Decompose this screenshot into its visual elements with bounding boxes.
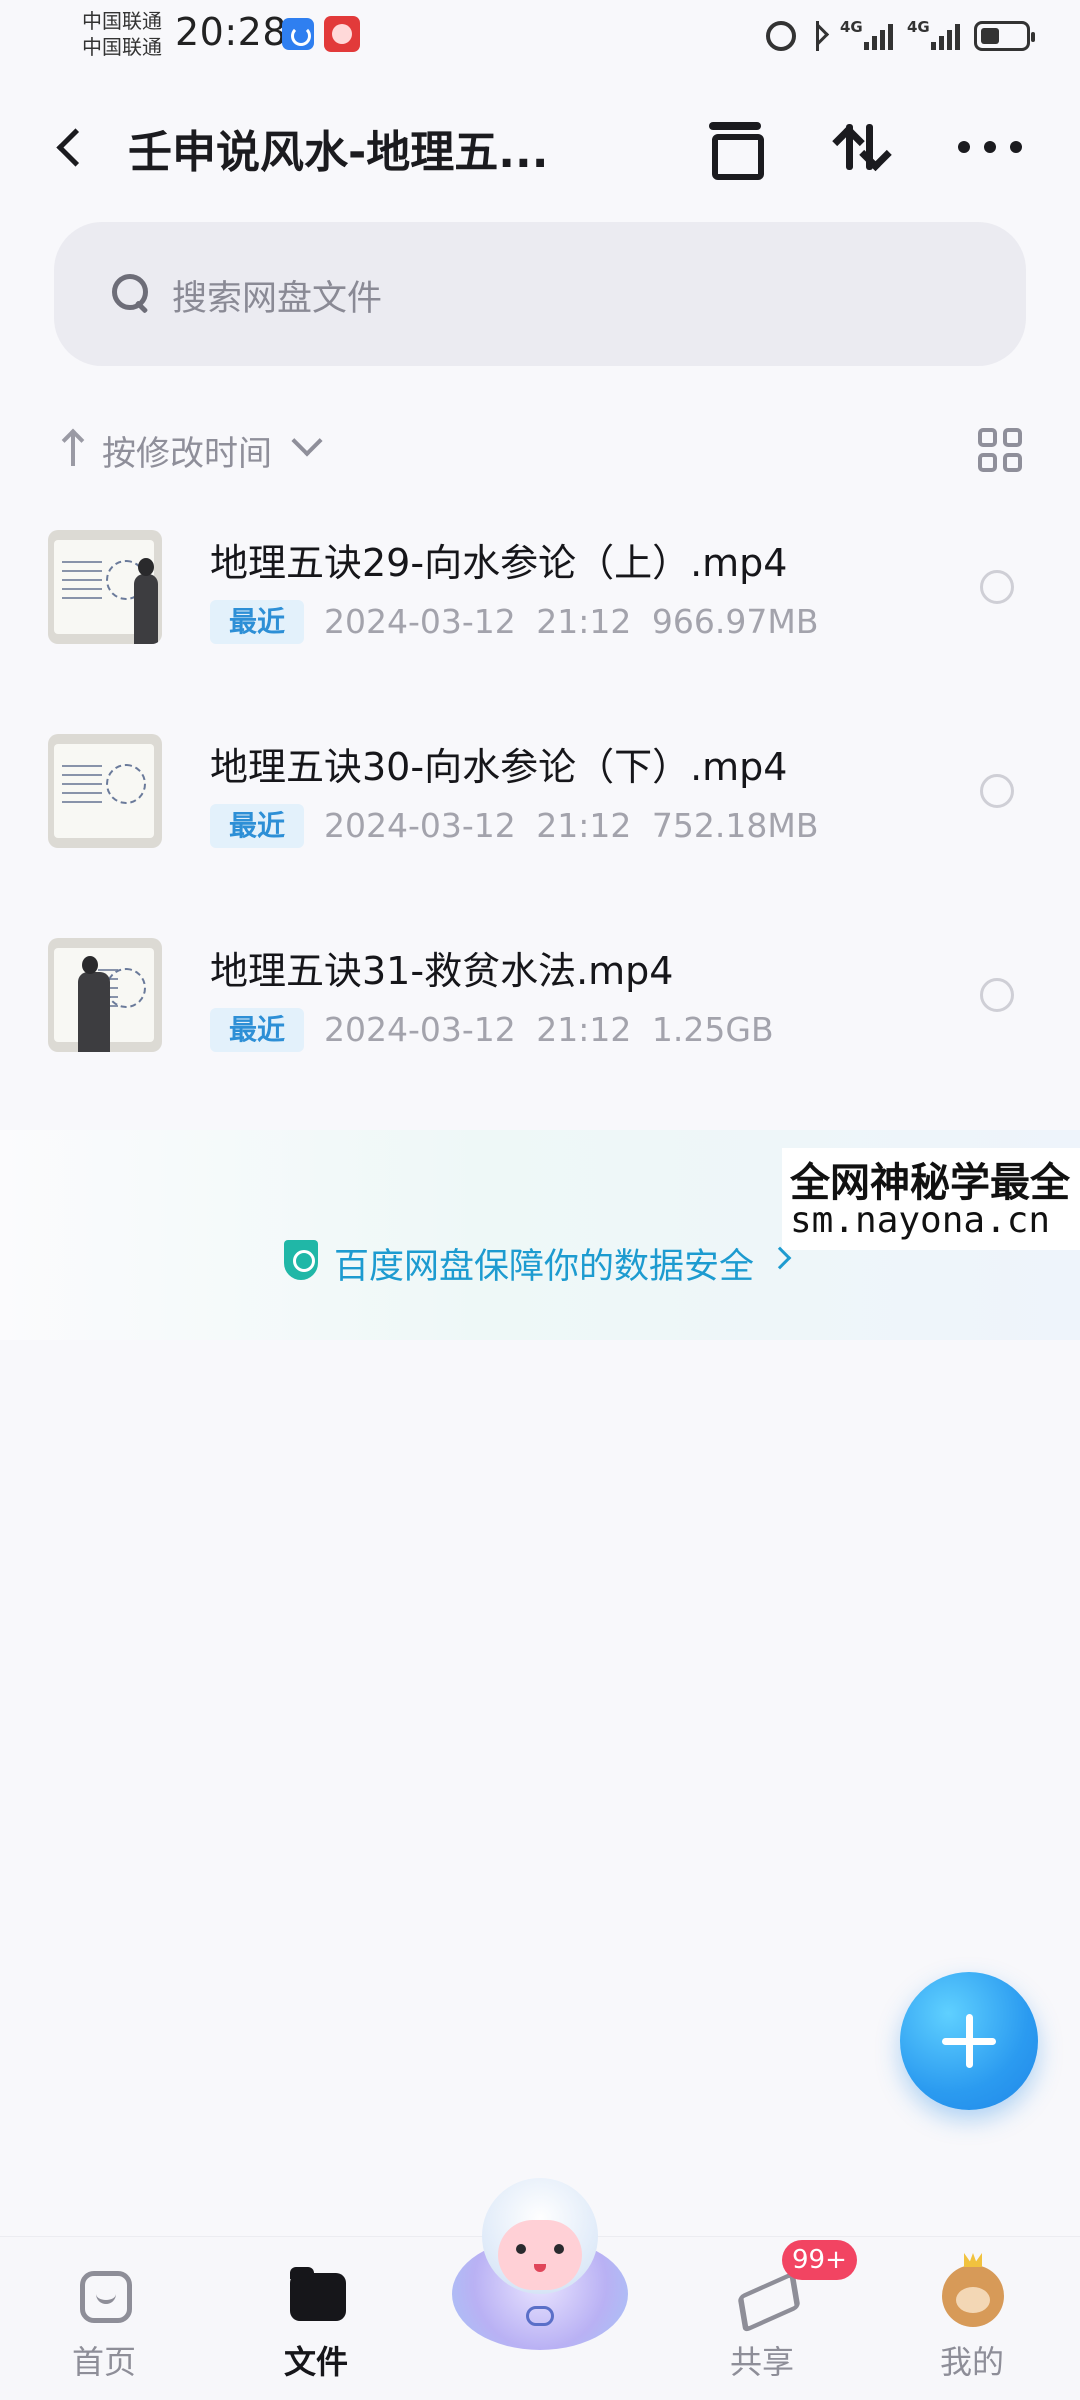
cloud-logo-icon [526,2306,554,2326]
grid-view-icon[interactable] [978,428,1022,472]
file-row[interactable]: 地理五诀29-向水参论（上）.mp4 最近 2024-03-12 21:12 9… [0,510,1080,714]
nav-item-files[interactable]: 文件 [246,2257,386,2387]
status-icons: 4G 4G [766,16,1035,56]
file-time: 21:12 [536,602,632,641]
chevron-down-icon[interactable] [291,425,323,457]
alarm-icon [766,21,796,51]
recent-badge: 最近 [210,1008,304,1052]
mascot-face-icon [498,2220,582,2290]
nav-item-me[interactable]: 我的 [902,2257,1042,2387]
screen: 中国联通 中国联通 20:28 4G 4G 壬申说风水-地理五... 搜索网盘文… [0,0,1080,2400]
sort-order-icon[interactable] [832,116,892,176]
battery-icon [974,21,1035,51]
file-date: 2024-03-12 [324,1010,516,1049]
status-bar: 中国联通 中国联通 20:28 4G 4G [0,0,1080,72]
nav-label-home: 首页 [71,2343,136,2381]
recent-badge: 最近 [210,804,304,848]
status-time: 20:28 [175,10,288,54]
file-size: 966.97MB [651,602,819,641]
carrier-1: 中国联通 [82,9,162,33]
archive-icon[interactable] [705,118,765,180]
file-size: 1.25GB [651,1010,774,1049]
add-button[interactable] [900,1972,1038,2110]
shield-icon [284,1240,318,1280]
file-row[interactable]: 地理五诀30-向水参论（下）.mp4 最近 2024-03-12 21:12 7… [0,714,1080,918]
video-thumbnail [48,734,162,848]
search-icon [110,272,150,312]
network-type-1: 4G [840,18,863,36]
recent-badge: 最近 [210,600,304,644]
video-thumbnail [48,938,162,1052]
search-input[interactable]: 搜索网盘文件 [54,222,1026,366]
page-title: 壬申说风水-地理五... [128,127,549,178]
arrow-down-icon [866,124,873,170]
header: 壬申说风水-地理五... [0,92,1080,202]
arrow-up-icon [846,124,853,170]
file-name: 地理五诀31-救贫水法.mp4 [210,949,674,993]
security-link[interactable]: 百度网盘保障你的数据安全 [334,1238,754,1289]
file-name: 地理五诀29-向水参论（上）.mp4 [210,541,788,585]
home-icon [80,2271,132,2323]
back-button[interactable] [48,122,98,172]
file-row[interactable]: 地理五诀31-救贫水法.mp4 最近 2024-03-12 21:12 1.25… [0,918,1080,1122]
carrier-info: 中国联通 中国联通 [82,8,162,60]
select-radio[interactable] [980,774,1014,808]
notification-app-icon-2 [324,16,360,52]
file-date: 2024-03-12 [324,602,516,641]
sort-direction-icon[interactable] [62,428,84,468]
notification-app-icon [282,18,314,50]
signal-icon: 4G [840,18,893,50]
nav-item-home[interactable]: 首页 [34,2257,174,2387]
file-meta: 2024-03-12 21:12 1.25GB [324,1010,774,1049]
file-date: 2024-03-12 [324,806,516,845]
more-options-button[interactable] [958,132,1022,162]
folder-icon [290,2267,346,2321]
select-radio[interactable] [980,570,1014,604]
file-time: 21:12 [536,806,632,845]
nav-label-me: 我的 [939,2343,1004,2381]
mascot-assistant-button[interactable] [432,2178,648,2350]
file-time: 21:12 [536,1010,632,1049]
paper-plane-icon [736,2273,792,2323]
network-type-2: 4G [907,18,930,36]
share-count-badge: 99+ [782,2240,857,2280]
nav-label-share: 共享 [729,2343,794,2381]
file-meta: 2024-03-12 21:12 752.18MB [324,806,818,845]
video-thumbnail [48,530,162,644]
bear-avatar-icon [942,2265,1004,2327]
signal-icon-2: 4G [907,18,960,50]
sort-by-modified-time[interactable]: 按修改时间 [102,426,272,475]
file-size: 752.18MB [651,806,819,845]
nav-label-files: 文件 [283,2343,348,2381]
file-list: 地理五诀29-向水参论（上）.mp4 最近 2024-03-12 21:12 9… [0,510,1080,1122]
file-meta: 2024-03-12 21:12 966.97MB [324,602,818,641]
select-radio[interactable] [980,978,1014,1012]
watermark-url: sm.nayona.cn [790,1200,1051,1241]
file-name: 地理五诀30-向水参论（下）.mp4 [210,745,788,789]
search-placeholder: 搜索网盘文件 [172,279,383,319]
carrier-2: 中国联通 [82,35,162,59]
bluetooth-icon [810,21,826,51]
